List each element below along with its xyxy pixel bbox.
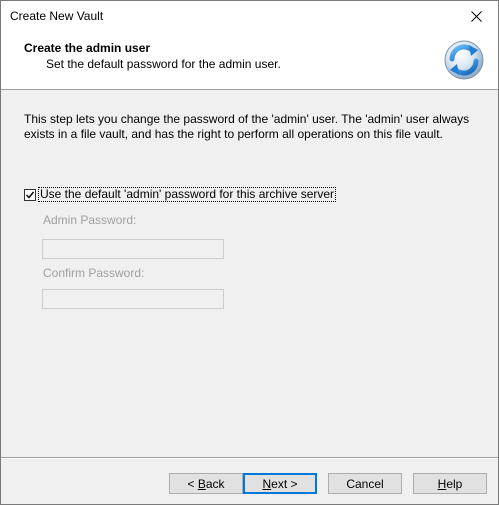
help-button-rest: elp bbox=[446, 476, 463, 491]
help-button-accel: H bbox=[437, 476, 447, 491]
use-default-password-label[interactable]: Use the default 'admin' password for thi… bbox=[38, 187, 337, 202]
back-button-accel: B bbox=[197, 476, 206, 491]
back-button-rest: ack bbox=[205, 476, 225, 491]
checkmark-icon bbox=[26, 191, 35, 199]
header-subtitle: Set the default password for the admin u… bbox=[46, 57, 281, 71]
footer-divider bbox=[1, 457, 498, 459]
title-bar: Create New Vault bbox=[1, 1, 498, 31]
refresh-arrows-icon bbox=[444, 40, 484, 80]
admin-password-field[interactable] bbox=[42, 239, 224, 259]
wizard-header: Create the admin user Set the default pa… bbox=[1, 31, 498, 90]
cancel-button-label: Cancel bbox=[346, 476, 384, 491]
help-button[interactable]: Help bbox=[413, 473, 487, 494]
admin-password-label: Admin Password: bbox=[43, 213, 137, 227]
back-button-prefix: < bbox=[187, 476, 198, 491]
next-button-accel: N bbox=[262, 476, 272, 491]
step-description: This step lets you change the password o… bbox=[24, 112, 470, 141]
next-button-rest: ext > bbox=[271, 476, 298, 491]
next-button[interactable]: Next > bbox=[243, 473, 317, 494]
back-button[interactable]: < Back bbox=[169, 473, 243, 494]
close-button[interactable] bbox=[454, 1, 498, 31]
confirm-password-label: Confirm Password: bbox=[43, 266, 145, 280]
use-default-password-checkbox[interactable] bbox=[24, 188, 36, 201]
create-new-vault-dialog: Create New Vault Create the admin user S… bbox=[0, 0, 499, 505]
use-default-password-row[interactable]: Use the default 'admin' password for thi… bbox=[24, 187, 337, 202]
close-icon bbox=[470, 10, 482, 22]
confirm-password-field[interactable] bbox=[42, 289, 224, 309]
header-title: Create the admin user bbox=[24, 41, 151, 55]
cancel-button[interactable]: Cancel bbox=[328, 473, 402, 494]
window-title: Create New Vault bbox=[10, 9, 104, 23]
